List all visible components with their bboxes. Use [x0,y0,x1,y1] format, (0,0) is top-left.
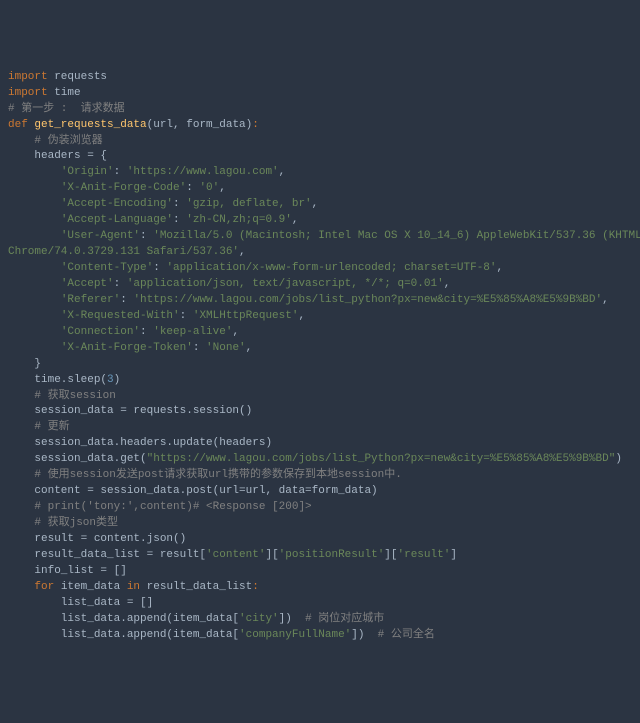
code-line: 'Origin': 'https://www.lagou.com', [8,165,632,181]
code-line: # 更新 [8,420,632,436]
code-line: 'Accept-Encoding': 'gzip, deflate, br', [8,197,632,213]
code-line: session_data.headers.update(headers) [8,436,632,452]
code-line: # 伪装浏览器 [8,134,632,150]
code-editor-view: import requestsimport time# 第一步 : 请求数据de… [8,70,632,644]
code-line: # 获取session [8,389,632,405]
code-line: time.sleep(3) [8,373,632,389]
code-line: info_list = [] [8,564,632,580]
code-line: 'X-Anit-Forge-Token': 'None', [8,341,632,357]
code-line: import requests [8,70,632,86]
code-line: def get_requests_data(url, form_data): [8,118,632,134]
code-line: session_data = requests.session() [8,404,632,420]
code-line: list_data.append(item_data['companyFullN… [8,628,632,644]
code-line: 'User-Agent': 'Mozilla/5.0 (Macintosh; I… [8,229,632,261]
code-line: result = content.json() [8,532,632,548]
code-line: session_data.get("https://www.lagou.com/… [8,452,632,468]
code-line: 'Accept-Language': 'zh-CN,zh;q=0.9', [8,213,632,229]
code-line: 'X-Anit-Forge-Code': '0', [8,181,632,197]
code-line: 'Content-Type': 'application/x-www-form-… [8,261,632,277]
code-line: result_data_list = result['content']['po… [8,548,632,564]
code-line: 'X-Requested-With': 'XMLHttpRequest', [8,309,632,325]
code-line: for item_data in result_data_list: [8,580,632,596]
code-line: headers = { [8,149,632,165]
code-line: # 使用session发送post请求获取url携带的参数保存到本地sessio… [8,468,632,484]
code-line: content = session_data.post(url=url, dat… [8,484,632,500]
code-line: import time [8,86,632,102]
code-line: # print('tony:',content)# <Response [200… [8,500,632,516]
code-line: list_data.append(item_data['city']) # 岗位… [8,612,632,628]
code-line: list_data = [] [8,596,632,612]
code-line: 'Accept': 'application/json, text/javasc… [8,277,632,293]
code-line: # 获取json类型 [8,516,632,532]
code-line: } [8,357,632,373]
code-line: 'Referer': 'https://www.lagou.com/jobs/l… [8,293,632,309]
code-line: 'Connection': 'keep-alive', [8,325,632,341]
code-line: # 第一步 : 请求数据 [8,102,632,118]
